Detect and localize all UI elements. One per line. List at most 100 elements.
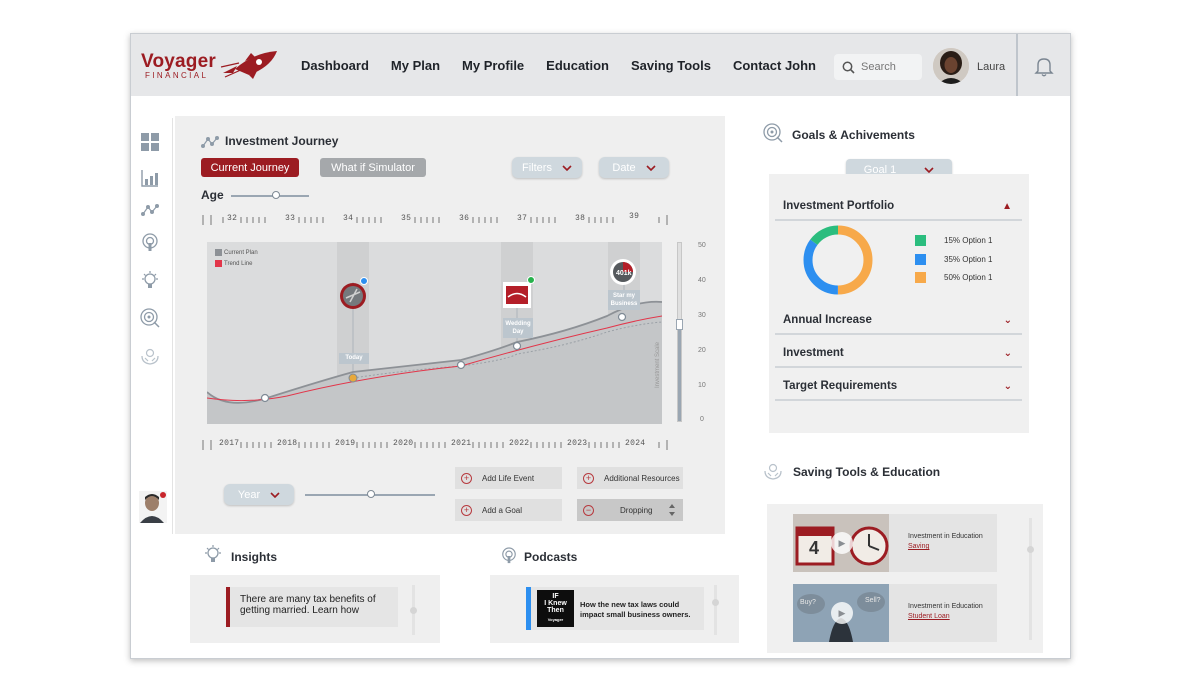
podcasts-scrollbar[interactable] bbox=[712, 585, 719, 635]
additional-resources-button[interactable]: + Additional Resources bbox=[577, 467, 683, 489]
nav-saving-tools[interactable]: Saving Tools bbox=[631, 58, 711, 73]
annual-increase-title: Annual Increase bbox=[783, 314, 872, 326]
dropping-stepper[interactable]: − Dropping bbox=[577, 499, 683, 521]
scale-20: 20 bbox=[698, 347, 706, 354]
podcasts-scroll-knob[interactable] bbox=[712, 599, 719, 606]
notification-bell-icon[interactable] bbox=[1034, 56, 1054, 77]
dashboard-icon[interactable] bbox=[140, 132, 160, 152]
insights-bulb-icon bbox=[205, 545, 221, 562]
legend-current-plan: Current Plan bbox=[215, 249, 258, 256]
podcast-card[interactable]: IF I Knew Then Voyager How the new tax l… bbox=[526, 587, 704, 630]
calendar-number: 4 bbox=[809, 538, 820, 558]
journey-chart[interactable]: 401k Current Plan Trend Line Today Weddi… bbox=[207, 242, 662, 424]
podcast-thumb-line4: Voyager bbox=[547, 617, 564, 622]
video-thumbnail: 4 ▶ bbox=[793, 514, 889, 572]
legend-option-35-label: 35% Option 1 bbox=[944, 255, 993, 264]
chevron-down-icon: ⌄ bbox=[1003, 315, 1012, 326]
podcast-icon[interactable] bbox=[140, 233, 160, 253]
event-wedding-label[interactable]: Wedding Day bbox=[503, 318, 533, 338]
video-card-saving[interactable]: 4 ▶ Investment in Education Saving bbox=[793, 514, 997, 572]
podcast-text: How the new tax laws could impact small … bbox=[580, 600, 690, 620]
video-card-student-loan[interactable]: Buy? Sell? ▶ Investment in Education Stu… bbox=[793, 584, 997, 642]
thumb-buy-text: Buy? bbox=[800, 599, 816, 606]
sidebar-divider bbox=[172, 118, 173, 534]
insights-scroll-knob[interactable] bbox=[410, 607, 417, 614]
year-slider-knob[interactable] bbox=[367, 490, 375, 498]
nav-dashboard[interactable]: Dashboard bbox=[301, 58, 369, 73]
main-nav: Dashboard My Plan My Profile Education S… bbox=[301, 58, 816, 73]
scale-50: 50 bbox=[698, 242, 706, 249]
legend-trend-line-swatch bbox=[215, 260, 222, 267]
investment-scale-knob[interactable] bbox=[676, 319, 683, 330]
bar-chart-icon[interactable] bbox=[140, 168, 160, 188]
add-goal-button[interactable]: + Add a Goal bbox=[455, 499, 562, 521]
stepper-arrows-icon[interactable] bbox=[669, 504, 675, 516]
event-today-label[interactable]: Today bbox=[339, 353, 369, 364]
add-goal-label: Add a Goal bbox=[482, 505, 523, 515]
annual-increase-header[interactable]: Annual Increase ⌄ bbox=[775, 307, 1022, 335]
year-tick-2017: 2017 bbox=[219, 439, 240, 448]
scale-10: 10 bbox=[698, 382, 706, 389]
nav-my-plan[interactable]: My Plan bbox=[391, 58, 440, 73]
year-tick-2020: 2020 bbox=[393, 439, 414, 448]
target-requirements-header[interactable]: Target Requirements ⌄ bbox=[775, 373, 1022, 401]
insight-text-line1: There are many tax benefits of bbox=[240, 594, 376, 605]
add-life-event-button[interactable]: + Add Life Event bbox=[455, 467, 562, 489]
legend-option-15: 15% Option 1 bbox=[915, 235, 992, 246]
investment-scale-fill bbox=[678, 326, 681, 421]
investment-portfolio-header[interactable]: Investment Portfolio ▲ bbox=[775, 193, 1022, 221]
plus-circle-icon: + bbox=[461, 472, 472, 484]
investment-scale-slider[interactable] bbox=[676, 242, 683, 422]
event-wedding-text: Wedding Day bbox=[505, 321, 531, 335]
insight-bulb-icon[interactable] bbox=[140, 271, 160, 291]
chevron-down-icon bbox=[270, 491, 280, 498]
event-business-label[interactable]: Star my Business bbox=[608, 290, 640, 310]
insight-card[interactable]: There are many tax benefits of getting m… bbox=[226, 587, 398, 627]
nav-education[interactable]: Education bbox=[546, 58, 609, 73]
what-if-simulator-button[interactable]: What if Simulator bbox=[320, 158, 426, 177]
user-name[interactable]: Laura bbox=[977, 61, 1005, 73]
video-link-student-loan[interactable]: Student Loan bbox=[908, 613, 950, 620]
goal-target-icon[interactable] bbox=[140, 308, 160, 328]
podcast-thumb-line2: I Knew bbox=[544, 600, 567, 607]
legend-option-35: 35% Option 1 bbox=[915, 254, 992, 265]
investment-scale-title-text: Investment Scale bbox=[655, 341, 661, 388]
date-dropdown[interactable]: Date bbox=[599, 157, 669, 178]
saving-hands-icon[interactable] bbox=[140, 346, 160, 366]
age-slider-track[interactable] bbox=[231, 195, 309, 197]
app-window: Voyager FINANCIAL Dashboard My Plan My P… bbox=[130, 33, 1071, 659]
saving-scroll-knob[interactable] bbox=[1027, 546, 1034, 553]
play-icon[interactable]: ▶ bbox=[831, 532, 853, 554]
investment-header[interactable]: Investment ⌄ bbox=[775, 340, 1022, 368]
play-icon[interactable]: ▶ bbox=[831, 602, 853, 624]
voyager-logo[interactable]: Voyager FINANCIAL bbox=[141, 51, 277, 80]
search-input[interactable]: Search bbox=[834, 54, 922, 80]
chevron-down-icon bbox=[646, 164, 656, 171]
left-sidebar bbox=[131, 96, 173, 658]
journey-icon[interactable] bbox=[140, 200, 160, 220]
investment-title: Investment bbox=[783, 347, 844, 359]
year-tick-2019: 2019 bbox=[335, 439, 356, 448]
top-navigation-bar: Voyager FINANCIAL Dashboard My Plan My P… bbox=[131, 34, 1070, 96]
nav-my-profile[interactable]: My Profile bbox=[462, 58, 524, 73]
age-tick-36: 36 bbox=[459, 214, 470, 223]
year-dropdown[interactable]: Year bbox=[224, 484, 294, 505]
advisor-avatar[interactable] bbox=[139, 491, 167, 523]
investment-scale-title: Investment Scale bbox=[655, 342, 661, 388]
age-slider-knob[interactable] bbox=[272, 191, 280, 199]
age-tick-32: 32 bbox=[227, 214, 238, 223]
user-avatar[interactable] bbox=[933, 48, 969, 84]
filters-dropdown[interactable]: Filters bbox=[512, 157, 582, 178]
current-journey-button[interactable]: Current Journey bbox=[201, 158, 299, 177]
year-tick-2024: 2024 bbox=[625, 439, 646, 448]
age-tick-34: 34 bbox=[343, 214, 354, 223]
saving-scrollbar[interactable] bbox=[1027, 518, 1034, 640]
legend-option-15-label: 15% Option 1 bbox=[944, 236, 993, 245]
legend-option-50: 50% Option 1 bbox=[915, 272, 992, 283]
age-tick-38: 38 bbox=[575, 214, 586, 223]
nav-contact-john[interactable]: Contact John bbox=[733, 58, 816, 73]
video-link-saving[interactable]: Saving bbox=[908, 543, 929, 550]
insights-title: Insights bbox=[231, 550, 278, 564]
insights-scrollbar[interactable] bbox=[410, 585, 417, 635]
age-tick-37: 37 bbox=[517, 214, 528, 223]
